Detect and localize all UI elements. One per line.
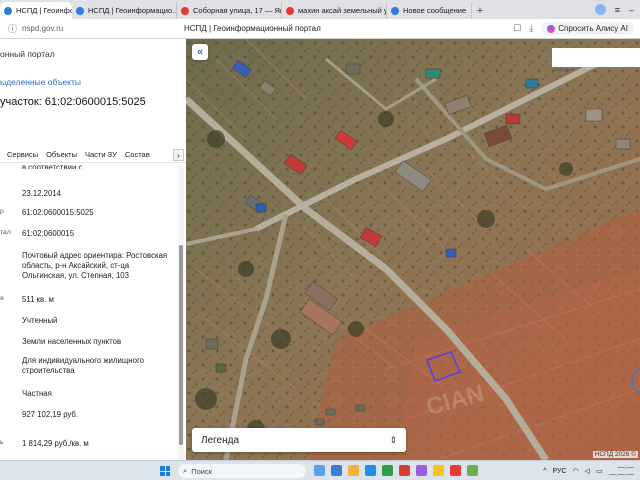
tab-services[interactable]: Сервисы [0, 150, 46, 159]
page-title: НСПД | Геоинформационный портал [184, 24, 321, 33]
bookmark-icon[interactable]: ☐ [513, 23, 521, 34]
clock[interactable]: ‒‒:‒‒ ‒‒.‒‒.‒‒ [609, 464, 634, 478]
ask-alice-label: Спросить Алису AI [558, 24, 628, 33]
tab-label: Новое сообщение [403, 6, 467, 15]
taskbar-search[interactable]: ⌕ Поиск [178, 464, 306, 478]
panel-tabs: Сервисы Объекты Части ЗУ Состав › [0, 147, 186, 163]
address-bar: ⓘ nspd.gov.ru НСПД | Геоинформационный п… [0, 19, 640, 39]
app-icon[interactable] [382, 465, 393, 476]
app-icon[interactable] [467, 465, 478, 476]
address-bar-actions: ☐ ⤓ Спросить Алису AI [513, 22, 640, 35]
row-value: 61:02:0600015:5025 [22, 208, 94, 217]
app-icon[interactable] [314, 465, 325, 476]
minimize-icon[interactable]: – [629, 5, 634, 15]
ask-alice-button[interactable]: Спросить Алису AI [541, 22, 634, 35]
clipped-text: в соответствии с [22, 163, 83, 169]
app-icon[interactable] [450, 465, 461, 476]
taskbar: ⌕ Поиск ^ РУС ◠ ◁ ▭ ‒‒:‒‒ ‒‒.‒‒.‒‒ [0, 460, 640, 480]
selected-objects-link[interactable]: ыделенные объекты [0, 77, 81, 87]
legend-dropdown[interactable]: Легенда ⇕ [192, 428, 406, 452]
search-placeholder: Поиск [191, 466, 212, 476]
panel-scrollbar[interactable] [178, 165, 184, 460]
browser-tab[interactable]: махин аксай земельный у… [282, 2, 387, 19]
favicon-icon [391, 6, 399, 15]
browser-tab[interactable]: Соборная улица, 17 — Ян… [177, 2, 282, 19]
row-label: тал [0, 229, 11, 236]
row-value: Частная [22, 389, 52, 398]
browser-tab[interactable]: Новое сообщение [387, 2, 472, 19]
language-indicator[interactable]: РУС [553, 468, 567, 475]
tab-label: Соборная улица, 17 — Ян… [193, 6, 282, 15]
folder-icon[interactable] [348, 465, 359, 476]
system-tray: ^ РУС ◠ ◁ ▭ ‒‒:‒‒ ‒‒.‒‒.‒‒ [543, 464, 634, 478]
download-icon[interactable]: ⤓ [529, 23, 533, 34]
map-view[interactable]: CIAN « Легенда ⇕ НСПД 2026 © [186, 39, 640, 460]
new-tab-button[interactable]: + [472, 2, 488, 19]
tab-composition[interactable]: Состав [125, 150, 158, 159]
row-value: 23.12.2014 [22, 189, 62, 198]
row-value: 927 102,19 руб. [22, 410, 79, 419]
site-info-icon[interactable]: ⓘ [8, 22, 17, 35]
row-value: 1 814,29 руб./кв. м [22, 439, 89, 448]
alice-icon [547, 24, 556, 33]
battery-icon[interactable]: ▭ [596, 467, 603, 475]
legend-label: Легенда [201, 434, 240, 446]
map-attribution: НСПД 2026 © [592, 451, 638, 458]
app-icon[interactable] [416, 465, 427, 476]
chevron-updown-icon: ⇕ [389, 434, 397, 445]
app-icon[interactable] [399, 465, 410, 476]
row-value: Для индивидуального жилищного строительс… [22, 356, 144, 375]
row-label: р [0, 208, 4, 215]
favicon-icon [76, 6, 84, 15]
browser-tab[interactable]: НСПД | Геоинформацио… [72, 2, 177, 19]
volume-icon[interactable]: ◁ [585, 467, 590, 475]
object-info-panel: онный портал ыделенные объекты участок: … [0, 39, 186, 460]
app-icon[interactable] [365, 465, 376, 476]
tab-label: НСПД | Геоинформаци… [16, 6, 72, 15]
row-value: Почтовый адрес ориентира: Ростовская обл… [22, 251, 168, 280]
collapse-panel-button[interactable]: « [192, 44, 208, 60]
row-label: ь [0, 439, 4, 446]
screen: НСПД | Геоинформаци… ✕ НСПД | Геоинформа… [0, 0, 640, 480]
profile-icon[interactable] [594, 4, 606, 15]
row-label: я [0, 295, 4, 302]
app-icon[interactable] [331, 465, 342, 476]
tab-objects[interactable]: Объекты [46, 150, 85, 159]
menu-icon[interactable]: ≡ [615, 5, 620, 15]
browser-tab[interactable]: НСПД | Геоинформаци… ✕ [0, 2, 72, 19]
tab-label: НСПД | Геоинформацио… [88, 6, 177, 15]
tab-label: махин аксай земельный у… [298, 6, 387, 15]
parcel-heading: участок: 61:02:0600015:5025 [0, 96, 146, 108]
windows-start-icon[interactable] [160, 466, 170, 476]
scrollbar-thumb[interactable] [179, 245, 183, 445]
taskbar-apps [314, 465, 478, 476]
tab-parts[interactable]: Части ЗУ [85, 150, 125, 159]
chevron-up-icon[interactable]: ^ [543, 468, 546, 475]
row-value: Учтенный [22, 316, 58, 325]
favicon-icon [4, 6, 12, 15]
favicon-icon [181, 6, 189, 15]
satellite-imagery [186, 39, 640, 460]
row-value: 61:02:0600015 [22, 229, 75, 238]
favicon-icon [286, 6, 294, 15]
wifi-icon[interactable]: ◠ [573, 467, 579, 475]
tab-strip: НСПД | Геоинформаци… ✕ НСПД | Геоинформа… [0, 0, 640, 19]
window-controls: ≡ – [594, 0, 640, 19]
search-icon: ⌕ [183, 466, 188, 475]
row-value: Земли населенных пунктов [22, 337, 122, 346]
yandex-browser-icon[interactable] [433, 465, 444, 476]
map-search-box[interactable] [552, 48, 640, 67]
portal-label: онный портал [0, 49, 55, 59]
chevron-right-icon[interactable]: › [173, 149, 184, 161]
url-field[interactable]: nspd.gov.ru [22, 24, 63, 33]
row-value: 511 кв. м [22, 295, 54, 304]
